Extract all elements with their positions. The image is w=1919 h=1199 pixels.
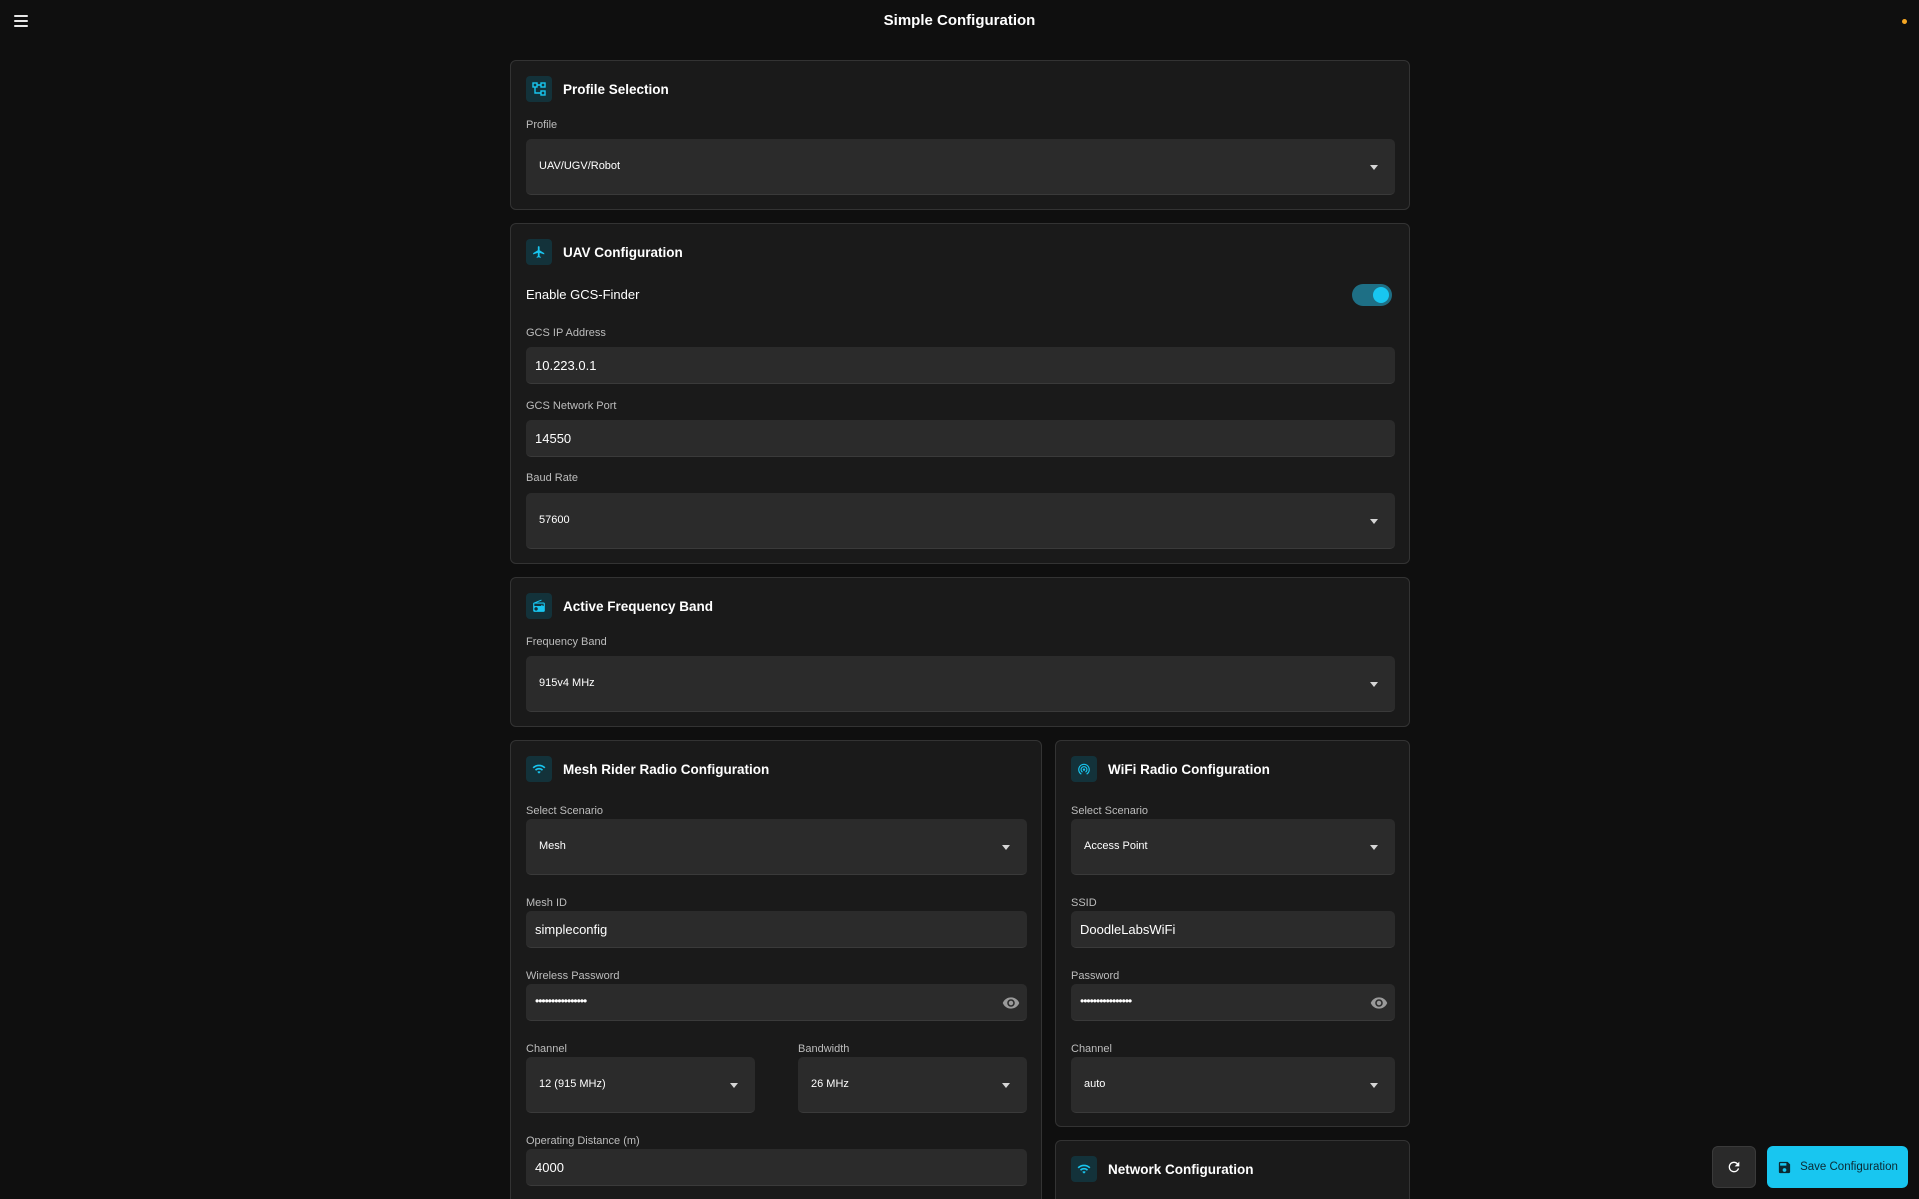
mesh-id-label: Mesh ID bbox=[526, 897, 567, 909]
chevron-down-icon bbox=[1370, 845, 1378, 850]
select-value: 12 (915 MHz) bbox=[539, 1078, 606, 1090]
wifi-icon bbox=[526, 756, 552, 782]
chevron-down-icon bbox=[1002, 1083, 1010, 1088]
gcs-finder-label: Enable GCS-Finder bbox=[526, 287, 640, 302]
baud-rate-label: Baud Rate bbox=[526, 472, 578, 484]
select-value: UAV/UGV/Robot bbox=[539, 160, 621, 172]
wifi-channel-select[interactable]: auto bbox=[1071, 1057, 1395, 1113]
select-value: 915v4 MHz bbox=[539, 677, 595, 689]
refresh-icon bbox=[1728, 1161, 1740, 1173]
save-configuration-button[interactable]: Save Configuration bbox=[1767, 1146, 1908, 1188]
card-title: Mesh Rider Radio Configuration bbox=[563, 761, 770, 777]
wireless-password-input[interactable]: •••••••••••••••• bbox=[526, 984, 1027, 1021]
password-label: Password bbox=[1071, 970, 1120, 982]
card-header: UAV Configuration bbox=[526, 239, 683, 265]
card-header: WiFi Radio Configuration bbox=[1071, 756, 1270, 782]
save-configuration-label: Save Configuration bbox=[1800, 1161, 1898, 1173]
mesh-id-input[interactable]: simpleconfig bbox=[526, 911, 1027, 948]
profile-label: Profile bbox=[526, 119, 558, 131]
card-title: Network Configuration bbox=[1108, 1161, 1254, 1177]
profile-select[interactable]: UAV/UGV/Robot bbox=[526, 139, 1395, 195]
operating-distance-label: Operating Distance (m) bbox=[526, 1135, 640, 1147]
bandwidth-label: Bandwidth bbox=[798, 1043, 850, 1055]
wifi-scenario-select[interactable]: Access Point bbox=[1071, 819, 1395, 875]
ssid-input[interactable]: DoodleLabsWiFi bbox=[1071, 911, 1395, 948]
mesh-rider-card: Mesh Rider Radio Configuration Select Sc… bbox=[510, 740, 1042, 1199]
toggle-knob bbox=[1373, 287, 1389, 303]
chevron-down-icon bbox=[1370, 1083, 1378, 1088]
chevron-down-icon bbox=[1370, 682, 1378, 687]
card-title: Profile Selection bbox=[563, 81, 669, 97]
top-app-bar: Simple Configuration bbox=[0, 0, 1919, 44]
device-hub-icon bbox=[526, 76, 552, 102]
ssid-label: SSID bbox=[1071, 897, 1097, 909]
input-value: 10.223.0.1 bbox=[535, 358, 597, 373]
card-header: Network Configuration bbox=[1071, 1156, 1254, 1182]
wifi-radio-card: WiFi Radio Configuration Select Scenario… bbox=[1055, 740, 1410, 1127]
input-value: 4000 bbox=[535, 1160, 564, 1175]
input-value: simpleconfig bbox=[535, 922, 608, 937]
uav-configuration-card: UAV Configuration Enable GCS-Finder GCS … bbox=[510, 223, 1410, 564]
password-value: •••••••••••••••• bbox=[1080, 994, 1132, 1008]
refresh-button[interactable] bbox=[1712, 1146, 1756, 1188]
frequency-band-card: Active Frequency Band Frequency Band 915… bbox=[510, 577, 1410, 727]
channel-label: Channel bbox=[1071, 1043, 1112, 1055]
chevron-down-icon bbox=[730, 1083, 738, 1088]
select-value: Mesh bbox=[539, 840, 566, 852]
operating-distance-input[interactable]: 4000 bbox=[526, 1149, 1027, 1186]
baud-rate-select[interactable]: 57600 bbox=[526, 493, 1395, 549]
wifi-password-input[interactable]: •••••••••••••••• bbox=[1071, 984, 1395, 1021]
eye-icon[interactable] bbox=[1002, 994, 1020, 1012]
gcs-ip-label: GCS IP Address bbox=[526, 327, 606, 339]
scenario-label: Select Scenario bbox=[1071, 805, 1149, 817]
scenario-label: Select Scenario bbox=[526, 805, 604, 817]
chevron-down-icon bbox=[1002, 845, 1010, 850]
gcs-port-input[interactable]: 14550 bbox=[526, 420, 1395, 457]
card-header: Mesh Rider Radio Configuration bbox=[526, 756, 769, 782]
gcs-port-label: GCS Network Port bbox=[526, 400, 617, 412]
channel-label: Channel bbox=[526, 1043, 567, 1055]
chevron-down-icon bbox=[1370, 165, 1378, 170]
airplane-icon bbox=[526, 239, 552, 265]
radio-icon bbox=[526, 593, 552, 619]
card-title: UAV Configuration bbox=[563, 244, 683, 260]
password-value: •••••••••••••••• bbox=[535, 994, 587, 1008]
card-title: WiFi Radio Configuration bbox=[1108, 761, 1270, 777]
select-value: 57600 bbox=[539, 514, 570, 526]
input-value: DoodleLabsWiFi bbox=[1080, 922, 1176, 937]
page-title: Simple Configuration bbox=[883, 12, 1036, 29]
wireless-password-label: Wireless Password bbox=[526, 970, 620, 982]
network-configuration-card: Network Configuration bbox=[1055, 1140, 1410, 1199]
gcs-finder-toggle[interactable] bbox=[1352, 284, 1392, 306]
mesh-scenario-select[interactable]: Mesh bbox=[526, 819, 1027, 875]
select-value: auto bbox=[1084, 1078, 1106, 1090]
bandwidth-select[interactable]: 26 MHz bbox=[798, 1057, 1027, 1113]
wifi-tethering-icon bbox=[1071, 756, 1097, 782]
frequency-band-select[interactable]: 915v4 MHz bbox=[526, 656, 1395, 712]
card-title: Active Frequency Band bbox=[563, 598, 714, 614]
gcs-ip-input[interactable]: 10.223.0.1 bbox=[526, 347, 1395, 384]
profile-selection-card: Profile Selection Profile UAV/UGV/Robot bbox=[510, 60, 1410, 210]
eye-icon[interactable] bbox=[1370, 994, 1388, 1012]
frequency-band-label: Frequency Band bbox=[526, 636, 607, 648]
chevron-down-icon bbox=[1370, 519, 1378, 524]
mesh-channel-select[interactable]: 12 (915 MHz) bbox=[526, 1057, 755, 1113]
card-header: Active Frequency Band bbox=[526, 593, 713, 619]
select-value: Access Point bbox=[1084, 840, 1148, 852]
card-header: Profile Selection bbox=[526, 76, 669, 102]
select-value: 26 MHz bbox=[811, 1078, 849, 1090]
save-icon bbox=[1778, 1161, 1791, 1173]
input-value: 14550 bbox=[535, 431, 572, 446]
wifi-icon bbox=[1071, 1156, 1097, 1182]
status-indicator bbox=[1902, 19, 1907, 24]
